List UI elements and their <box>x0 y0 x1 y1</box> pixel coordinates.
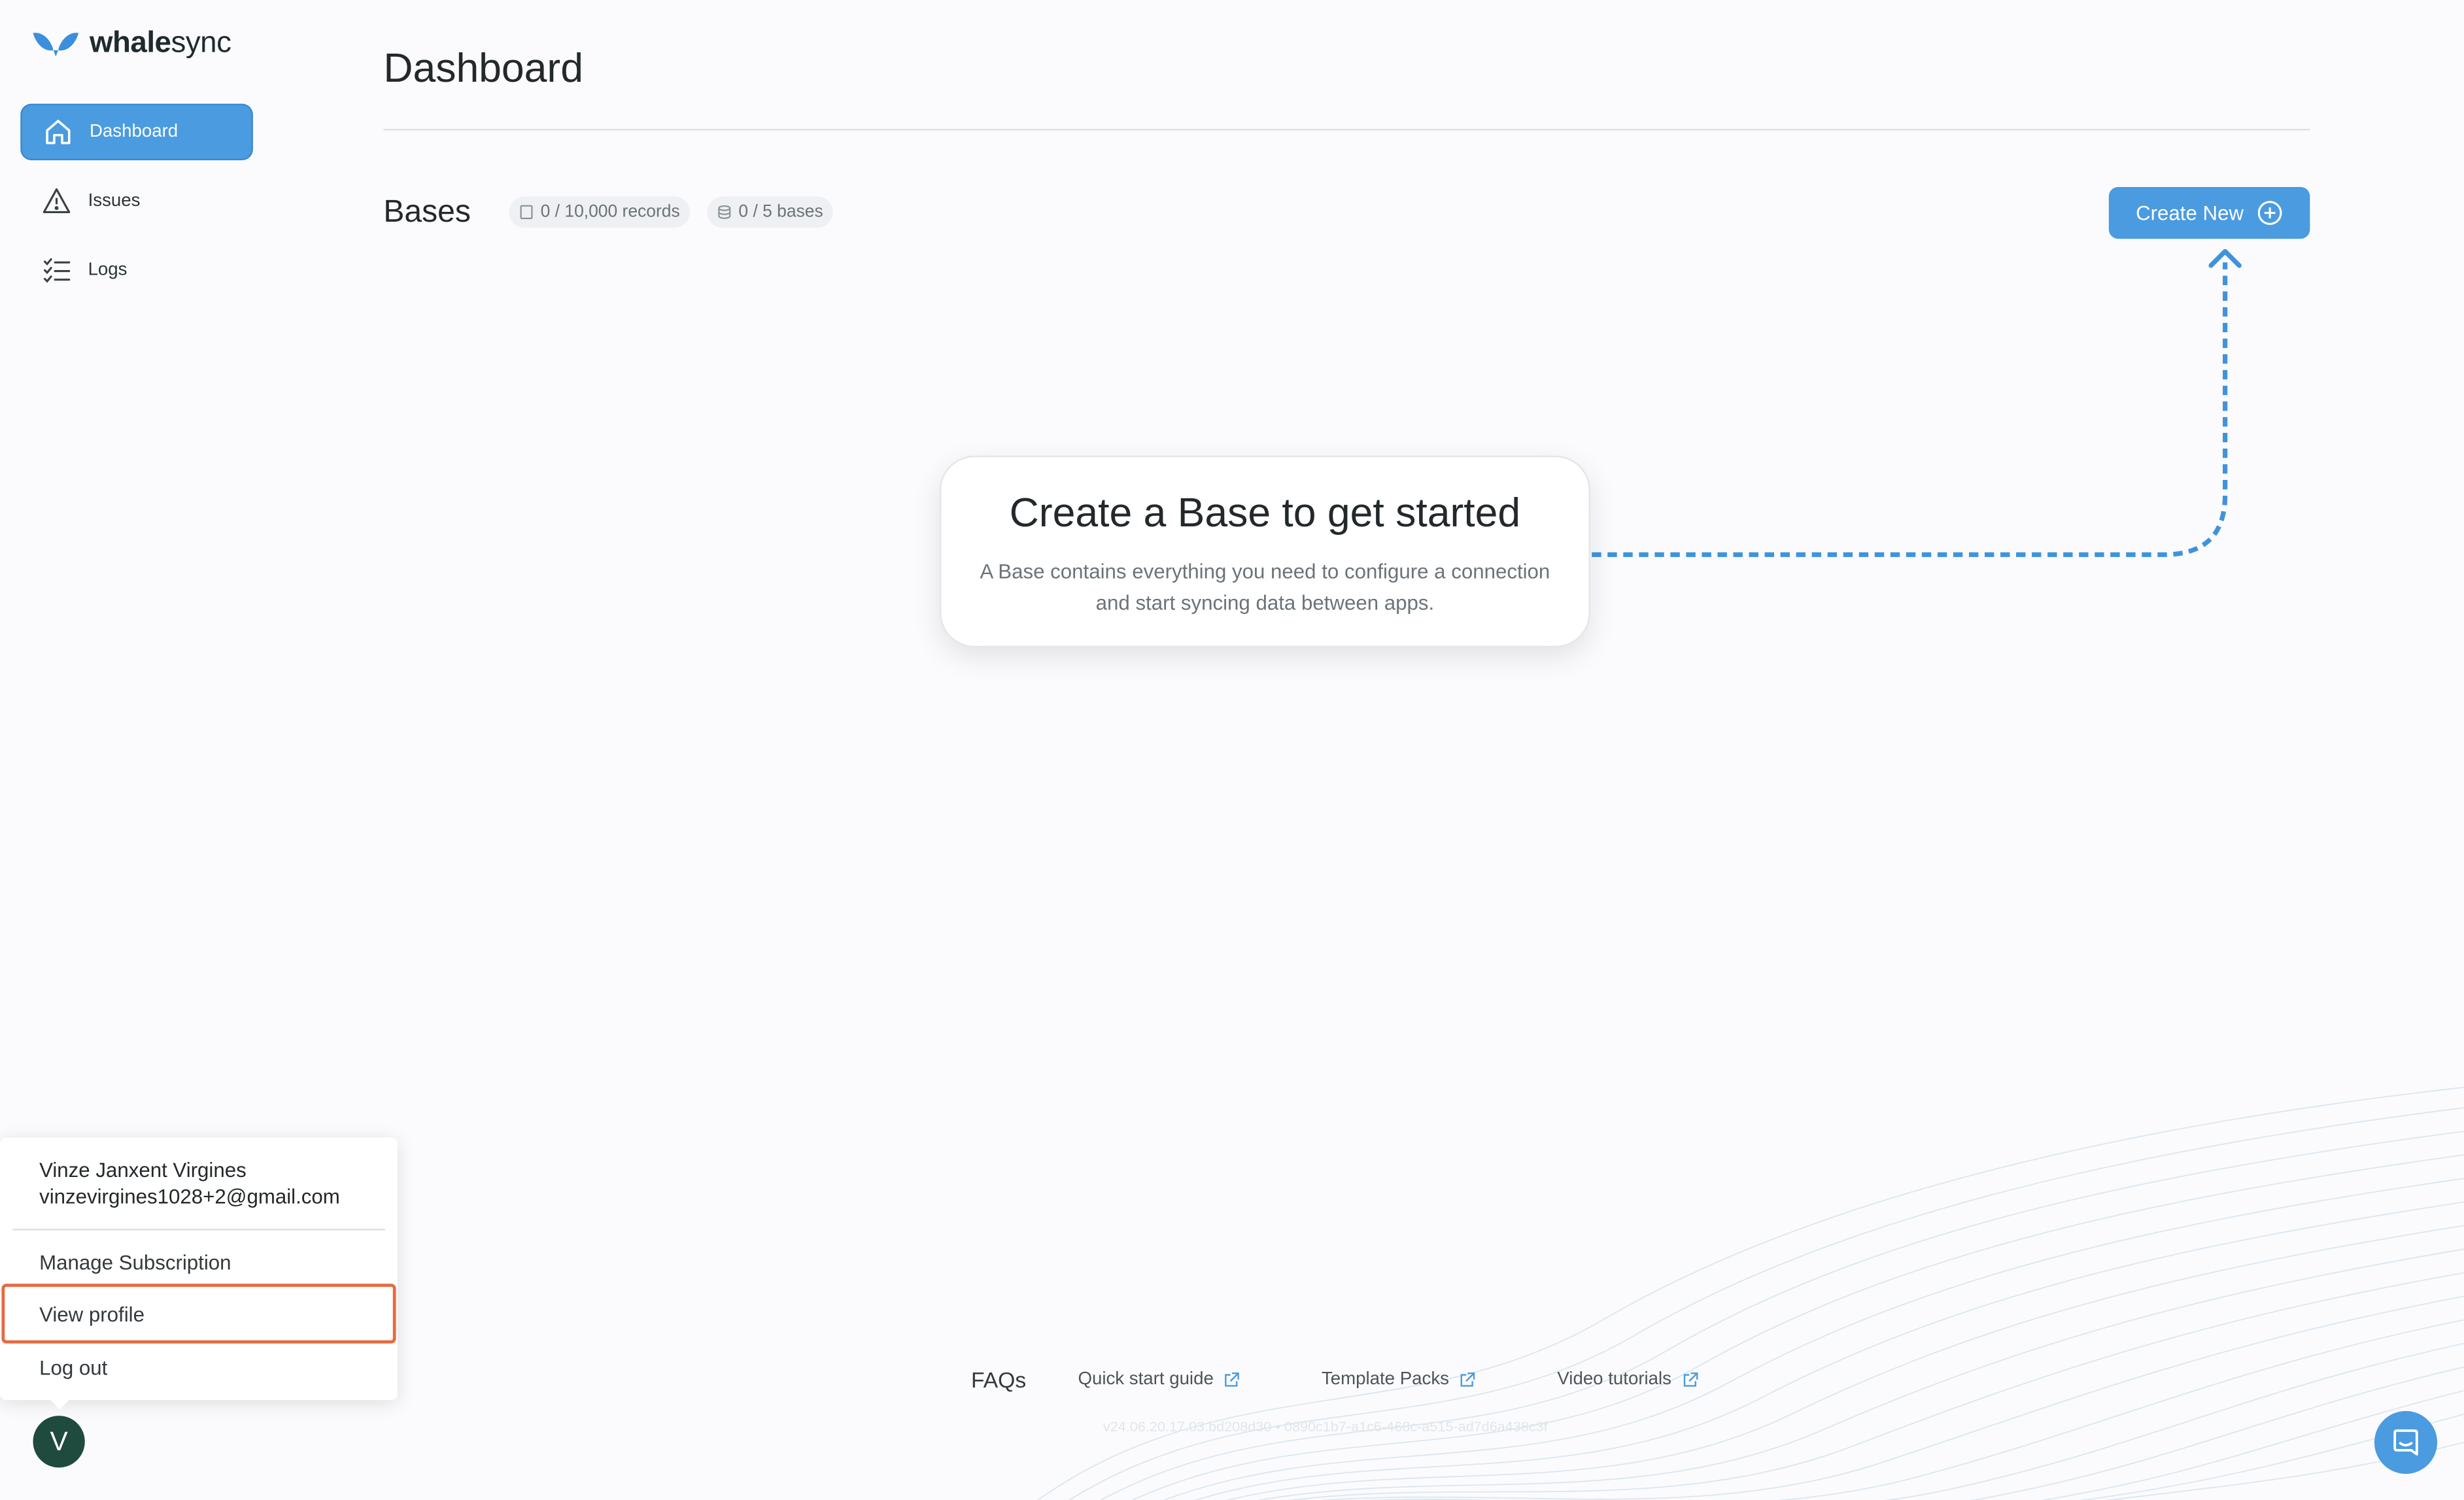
dashed-arrow-to-create <box>1592 248 2242 557</box>
sidebar-item-label: Issues <box>88 192 141 211</box>
manage-subscription-item[interactable]: Manage Subscription <box>39 1251 231 1274</box>
sidebar-item-logs[interactable]: Logs <box>20 242 253 299</box>
warning-icon <box>43 188 71 213</box>
header-divider <box>383 129 2310 131</box>
chat-icon <box>2393 1429 2418 1456</box>
whale-tail-icon <box>33 33 79 57</box>
user-menu-popover: Vinze Janxent Virgines vinzevirgines1028… <box>0 1137 398 1401</box>
sidebar-item-label: Logs <box>88 260 128 280</box>
external-link-icon <box>1461 1371 1475 1386</box>
sidebar-item-dashboard[interactable]: Dashboard <box>20 103 253 161</box>
plus-circle-icon <box>2257 201 2282 225</box>
document-icon <box>520 205 533 220</box>
brand-logo[interactable]: whalesync <box>31 27 231 61</box>
empty-state-card: Create a Base to get started A Base cont… <box>939 455 1590 648</box>
version-string: v24.06.20.17.03.bd208d30 • 0890c1b7-a1c6… <box>1103 1418 1548 1435</box>
log-out-item[interactable]: Log out <box>39 1356 107 1380</box>
empty-state-description: A Base contains everything you need to c… <box>980 559 1550 615</box>
user-email: vinzevirgines1028+2@gmail.com <box>39 1184 340 1208</box>
template-packs-link[interactable]: Template Packs <box>1322 1370 1476 1389</box>
empty-state-title: Create a Base to get started <box>1009 488 1521 536</box>
brand-name: whalesync <box>89 26 231 60</box>
sidebar-item-label: Dashboard <box>89 122 179 142</box>
popover-caret <box>48 1398 71 1410</box>
menu-divider <box>12 1229 385 1231</box>
external-link-icon <box>1683 1371 1698 1386</box>
quick-start-guide-link[interactable]: Quick start guide <box>1078 1370 1240 1389</box>
wave-background <box>1036 1086 2464 1500</box>
video-tutorials-link[interactable]: Video tutorials <box>1557 1370 1698 1389</box>
checklist-icon <box>43 258 71 283</box>
faq-heading: FAQs <box>971 1367 1027 1393</box>
avatar[interactable]: V <box>33 1416 85 1468</box>
sidebar-nav: Dashboard Issues Logs <box>20 103 253 311</box>
records-usage-badge: 0 / 10,000 records <box>509 196 690 228</box>
bases-usage-badge: 0 / 5 bases <box>707 196 833 228</box>
database-icon <box>718 205 731 219</box>
chat-launcher-button[interactable] <box>2374 1410 2438 1474</box>
user-name: Vinze Janxent Virgines <box>39 1158 247 1182</box>
create-new-button[interactable]: Create New <box>2108 186 2310 239</box>
home-icon <box>46 120 71 145</box>
sidebar-item-issues[interactable]: Issues <box>20 173 253 230</box>
bases-title: Bases <box>383 194 471 230</box>
external-link-icon <box>1225 1371 1240 1386</box>
view-profile-item[interactable]: View profile <box>39 1303 145 1326</box>
page-title: Dashboard <box>383 44 584 92</box>
